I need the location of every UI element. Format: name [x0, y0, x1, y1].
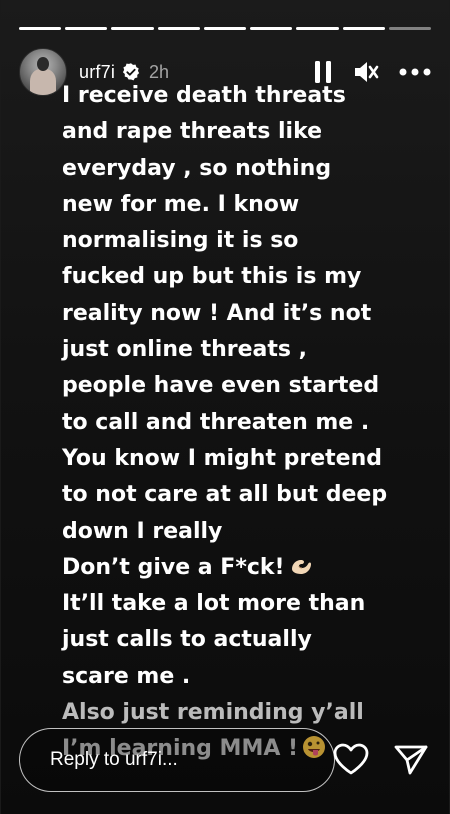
more-icon[interactable]	[399, 68, 431, 76]
progress-segment	[250, 27, 293, 30]
progress-segment-current	[388, 27, 431, 30]
pinching-hand-emoji	[291, 559, 311, 574]
story-line: to not care at all but deep	[62, 482, 388, 508]
reply-placeholder: Reply to urf7i...	[50, 749, 178, 770]
reply-input[interactable]: Reply to urf7i...	[19, 728, 335, 792]
send-icon[interactable]	[393, 744, 429, 781]
story-line: Don’t give a F*ck!	[62, 554, 285, 580]
progress-segment	[203, 27, 247, 30]
story-text: I receive death threats and rape threats…	[62, 78, 432, 768]
story-line: just online threats ,	[62, 337, 307, 363]
story-line: new for me. I know	[62, 191, 300, 217]
story-line: scare me .	[62, 663, 191, 689]
story-line: It’ll take a lot more than	[62, 591, 366, 617]
story-line: people have even started	[62, 373, 380, 399]
story-line: and rape threats like	[62, 119, 323, 145]
story-line-with-emoji: Don’t give a F*ck!	[62, 550, 432, 586]
story-progress-bar	[19, 27, 431, 30]
avatar[interactable]	[19, 48, 67, 96]
progress-segment	[296, 27, 339, 30]
progress-segment	[65, 27, 108, 30]
story-line: down I really	[62, 518, 223, 544]
story-line: reality now ! And it’s not	[62, 300, 372, 326]
story-line: normalising it is so	[62, 228, 299, 254]
story-line: fucked up but this is my	[62, 264, 362, 290]
story-line: everyday , so nothing	[62, 155, 332, 181]
progress-segment	[19, 27, 62, 30]
story-line: just calls to actually	[62, 627, 312, 653]
progress-segment	[111, 27, 154, 30]
story-line: I receive death threats	[62, 83, 346, 108]
progress-segment	[342, 27, 385, 30]
story-line: Also just reminding y’all	[62, 700, 364, 726]
story-line: You know I might pretend	[62, 445, 382, 471]
heart-icon[interactable]	[332, 742, 370, 781]
story-viewer: urf7i 2h I receive death threats and rap…	[0, 0, 450, 814]
progress-segment	[157, 27, 200, 30]
story-line: to call and threaten me .	[62, 409, 370, 435]
